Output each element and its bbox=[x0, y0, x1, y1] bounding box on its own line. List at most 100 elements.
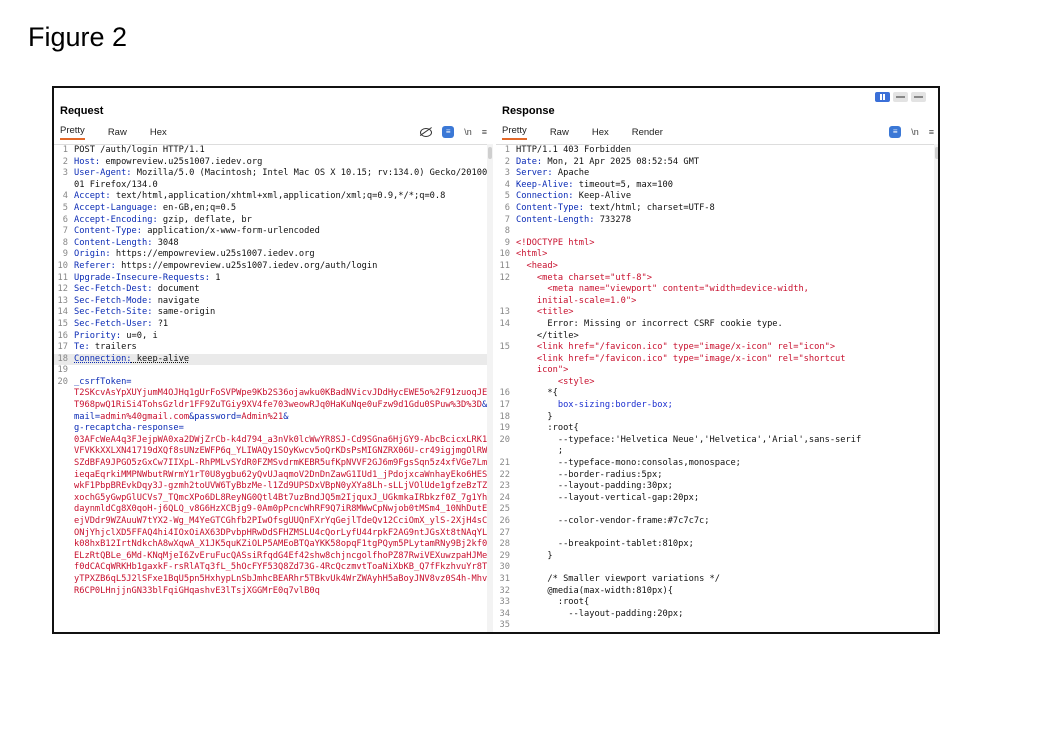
param-name: _csrfToken= bbox=[74, 376, 132, 387]
response-editor[interactable]: 1 HTTP/1.1 403 Forbidden 2 Date: Mon, 21 Ap… bbox=[496, 144, 938, 632]
code-text: <head> bbox=[516, 260, 558, 271]
code-line: 4 Keep-Alive: timeout=5, max=100 bbox=[496, 179, 938, 192]
param-name: &password= bbox=[189, 411, 242, 422]
code-line: 26 --color-vendor-frame:#7c7c7c; bbox=[496, 516, 938, 528]
line-number: 20 bbox=[57, 376, 68, 387]
code-line: 9 Origin: https://empowreview.u25s1007.ie… bbox=[54, 249, 493, 261]
tab-pretty[interactable]: Pretty bbox=[502, 125, 527, 140]
menu-icon[interactable]: ≡ bbox=[929, 127, 934, 137]
code-line: 27 bbox=[496, 527, 938, 540]
line-text: --typeface:'Helvetica Neue','Helvetica',… bbox=[516, 434, 938, 458]
line-number: 15 bbox=[499, 342, 510, 353]
line-number: 13 bbox=[499, 307, 510, 318]
header-name: Referer: bbox=[74, 260, 116, 271]
request-scrollbar[interactable] bbox=[487, 144, 493, 632]
tab-raw[interactable]: Raw bbox=[108, 127, 127, 138]
line-text: :root{ bbox=[516, 597, 938, 609]
line-text: --border-radius:5px; bbox=[516, 470, 938, 482]
newline-toggle-icon[interactable]: \n bbox=[911, 127, 919, 137]
line-text: Connection: keep-alive bbox=[74, 354, 493, 366]
line-text: Sec-Fetch-Mode: navigate bbox=[74, 296, 493, 308]
inspector-icon[interactable]: ≡ bbox=[442, 126, 455, 138]
line-text: Sec-Fetch-User: ?1 bbox=[74, 319, 493, 331]
response-scrollbar[interactable] bbox=[934, 144, 938, 632]
line-text: Accept-Language: en-GB,en;q=0.5 bbox=[74, 203, 493, 215]
tab-pretty[interactable]: Pretty bbox=[60, 125, 85, 140]
header-value: Apache bbox=[552, 168, 590, 179]
code-line: 19 bbox=[54, 365, 493, 377]
tab-hex[interactable]: Hex bbox=[150, 127, 167, 138]
code-text: --typeface:'Helvetica Neue','Helvetica',… bbox=[557, 434, 862, 457]
line-text: <!DOCTYPE html> bbox=[516, 238, 938, 250]
request-editor[interactable]: 1 POST /auth/login HTTP/1.1 2 Host: empowre… bbox=[54, 144, 493, 632]
code-line: 18 Connection: keep-alive bbox=[54, 353, 493, 366]
code-line: 25 bbox=[496, 504, 938, 516]
markup: <link href="/favicon.ico" type="image/x-… bbox=[536, 342, 846, 387]
line-text: Connection: Keep-Alive bbox=[516, 191, 938, 203]
inspector-icon[interactable]: ≡ bbox=[889, 126, 902, 138]
code-line: 1 HTTP/1.1 403 Forbidden bbox=[496, 145, 938, 157]
line-text: *{ bbox=[516, 388, 938, 400]
code-line: 21 --typeface-mono:consolas,monospace; bbox=[496, 458, 938, 470]
header-name: Connection: bbox=[516, 191, 574, 202]
tab-render[interactable]: Render bbox=[632, 127, 663, 138]
code-line: 16 *{ bbox=[496, 388, 938, 400]
line-text: Origin: https://empowreview.u25s1007.ied… bbox=[74, 249, 493, 261]
line-number: 15 bbox=[57, 318, 68, 329]
burp-message-viewer: Request Pretty Raw Hex ≡ \n ≡ 1 POST /aut… bbox=[52, 86, 940, 634]
header-name: Te: bbox=[74, 342, 90, 353]
code-line: 17 box-sizing:border-box; bbox=[496, 400, 938, 412]
code-line: 5 Connection: Keep-Alive bbox=[496, 191, 938, 203]
code-line: 5 Accept-Language: en-GB,en;q=0.5 bbox=[54, 203, 493, 215]
line-text: HTTP/1.1 403 Forbidden bbox=[516, 145, 938, 157]
response-title: Response bbox=[502, 105, 555, 117]
code-text: } bbox=[516, 411, 553, 422]
menu-icon[interactable]: ≡ bbox=[482, 127, 487, 137]
code-line: 8 bbox=[496, 226, 938, 238]
line-text: Accept-Encoding: gzip, deflate, br bbox=[74, 215, 493, 227]
header-name: Content-Length: bbox=[516, 214, 595, 225]
line-number: 4 bbox=[62, 191, 68, 202]
line-text: Content-Type: text/html; charset=UTF-8 bbox=[516, 202, 938, 215]
code-line: 10 Referer: https://empowreview.u25s1007.… bbox=[54, 261, 493, 273]
header-value: timeout=5, max=100 bbox=[573, 179, 673, 190]
code-line: 20 _csrfToken= T2SKcvAsYpXUYjumM4OJHq1gUr… bbox=[54, 377, 493, 597]
header-value: keep-alive bbox=[131, 353, 190, 364]
header-name: Content-Type: bbox=[516, 202, 584, 213]
line-number: 11 bbox=[57, 272, 68, 283]
request-tabs: Pretty Raw Hex ≡ \n ≡ bbox=[60, 124, 487, 140]
line-text: Content-Length: 3048 bbox=[74, 238, 493, 250]
code-line: 16 Priority: u=0, i bbox=[54, 331, 493, 343]
param-separator: & bbox=[283, 411, 289, 422]
line-number: 1 bbox=[504, 145, 510, 155]
hide-icon[interactable] bbox=[420, 127, 433, 137]
line-number: 7 bbox=[504, 214, 510, 225]
header-value: https://empowreview.u25s1007.iedev.org bbox=[110, 249, 315, 260]
line-text: Sec-Fetch-Dest: document bbox=[74, 284, 493, 296]
header-name: Sec-Fetch-User: bbox=[74, 318, 153, 329]
param-value: Admin%21 bbox=[241, 411, 284, 422]
line-number: 33 bbox=[499, 597, 510, 608]
header-value: en-GB,en;q=0.5 bbox=[157, 202, 237, 213]
newline-toggle-icon[interactable]: \n bbox=[464, 127, 472, 137]
line-number: 8 bbox=[62, 237, 68, 248]
header-name: Server: bbox=[516, 168, 553, 179]
header-name: Connection: bbox=[74, 353, 132, 364]
code-line: 12 Sec-Fetch-Dest: document bbox=[54, 284, 493, 296]
line-number: 8 bbox=[504, 226, 510, 237]
header-name: Content-Length: bbox=[74, 237, 153, 248]
line-text: --layout-vertical-gap:20px; bbox=[516, 493, 938, 505]
line-text: Server: Apache bbox=[516, 168, 938, 180]
line-number: 18 bbox=[57, 353, 68, 364]
line-number: 27 bbox=[499, 527, 510, 538]
line-text: Accept: text/html,application/xhtml+xml,… bbox=[74, 191, 493, 203]
line-number: 6 bbox=[504, 202, 510, 213]
code-line: 32 @media(max-width:810px){ bbox=[496, 586, 938, 598]
code-text: <html> bbox=[516, 249, 548, 260]
line-text: Referer: https://empowreview.u25s1007.ie… bbox=[74, 261, 493, 273]
tab-raw[interactable]: Raw bbox=[550, 127, 569, 138]
line-number: 35 bbox=[499, 620, 510, 631]
code-text: POST /auth/login HTTP/1.1 bbox=[74, 145, 205, 155]
code-line: 7 Content-Length: 733278 bbox=[496, 214, 938, 227]
tab-hex[interactable]: Hex bbox=[592, 127, 609, 138]
